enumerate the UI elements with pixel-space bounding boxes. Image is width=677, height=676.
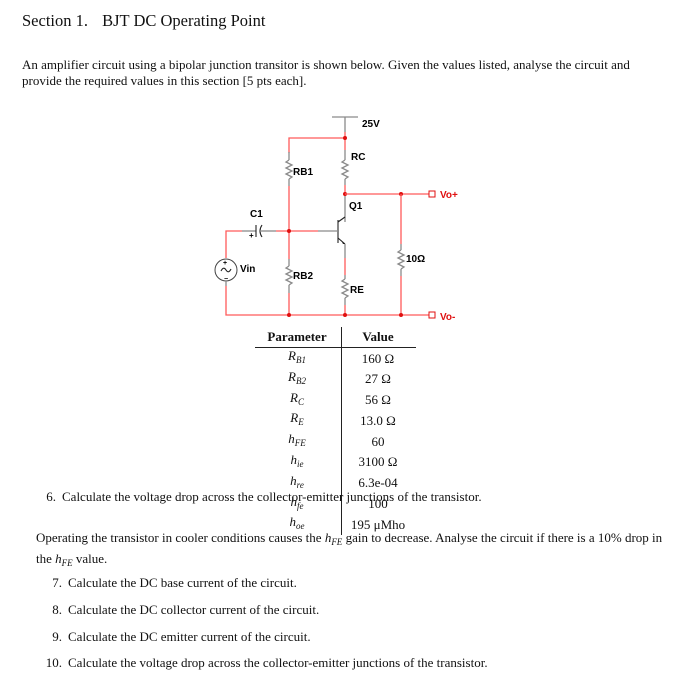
rb2-label: RB2	[293, 271, 313, 282]
question-number: 10.	[45, 655, 62, 670]
value-cell: 13.0 Ω	[360, 412, 396, 428]
table-row: RC 56 Ω	[255, 389, 416, 411]
intro-paragraph: An amplifier circuit using a bipolar jun…	[22, 57, 630, 88]
parameter-symbol: R	[288, 368, 296, 384]
question-number: 8.	[52, 602, 62, 617]
column-header-value: Value	[341, 327, 416, 348]
value-cell: 160 Ω	[361, 350, 395, 366]
column-header-parameter: Parameter	[255, 327, 342, 348]
rb1-resistor-symbol	[284, 159, 294, 180]
question-10: 10. Calculate the voltage drop across the…	[42, 655, 488, 671]
node-dot	[399, 313, 403, 317]
parameter-subscript: ie	[297, 458, 304, 469]
hfe-subscript: FE	[61, 557, 73, 568]
parameter-cell: hie	[255, 451, 342, 473]
parameter-symbol: R	[288, 348, 296, 363]
parameter-subscript: B1	[295, 355, 306, 365]
vin-label: Vin	[240, 264, 255, 275]
node-dot	[287, 313, 291, 317]
rb1-label: RB1	[293, 167, 313, 178]
q1-label: Q1	[349, 201, 363, 212]
parameter-cell: RB2	[255, 368, 342, 390]
table-row: RB1 160 Ω	[255, 347, 416, 369]
parameter-subscript: FE	[294, 438, 306, 449]
table-row: RB2 27 Ω	[255, 368, 416, 390]
question-text: Calculate the DC emitter current of the …	[68, 629, 311, 644]
q1-emitter-arrow-icon	[341, 240, 345, 244]
top-rail-wire	[288, 137, 345, 153]
rc-label: RC	[351, 152, 365, 163]
cooler-conditions-paragraph: Operating the transistor in cooler condi…	[36, 530, 666, 571]
table-row: hie 3100 Ω	[255, 451, 416, 473]
question-6: 6. Calculate the voltage drop across the …	[36, 489, 482, 505]
value-cell: 3100 Ω	[358, 454, 398, 470]
question-number: 7.	[52, 575, 62, 590]
question-text: Calculate the DC base current of the cir…	[68, 575, 297, 590]
value-cell: 27 Ω	[365, 371, 391, 387]
supply-voltage-label: 25V	[362, 119, 380, 130]
parameter-symbol: R	[290, 389, 298, 405]
source-plus-sign: +	[223, 260, 227, 267]
vo-minus-label: Vo-	[440, 312, 455, 323]
parameter-cell: RE	[255, 410, 342, 432]
load-resistor-symbol	[396, 249, 406, 270]
parameter-subscript: C	[297, 396, 304, 407]
c1-polarity-plus: +	[249, 231, 254, 240]
re-label: RE	[350, 285, 364, 296]
question-text: Calculate the voltage drop across the co…	[62, 489, 482, 504]
value-cell: 60	[371, 433, 385, 449]
parameter-cell: RC	[255, 389, 342, 411]
section-number: Section 1.	[22, 11, 88, 30]
node-dot	[343, 313, 347, 317]
re-resistor-symbol	[340, 278, 350, 299]
paragraph-text: Operating the transistor in cooler condi…	[36, 530, 325, 545]
node-dot	[287, 229, 291, 233]
section-title: BJT DC Operating Point	[102, 11, 266, 30]
parameter-cell: hFE	[255, 431, 342, 452]
question-8: 8. Calculate the DC collector current of …	[42, 602, 319, 618]
question-7: 7. Calculate the DC base current of the c…	[42, 575, 297, 591]
question-text: Calculate the voltage drop across the co…	[68, 655, 488, 670]
parameter-subscript: E	[298, 417, 304, 428]
parameter-cell: RB1	[255, 347, 342, 369]
vin-top-wire	[225, 230, 242, 258]
load-label: 10Ω	[406, 254, 425, 265]
node-dot	[343, 136, 347, 140]
table-header-row: Parameter Value	[255, 327, 416, 348]
parameter-subscript: B2	[295, 375, 306, 386]
vo-minus-terminal	[428, 311, 436, 319]
question-number: 6.	[46, 489, 56, 504]
vo-plus-label: Vo+	[440, 190, 458, 201]
question-text: Calculate the DC collector current of th…	[68, 602, 320, 617]
table-row: RE 13.0 Ω	[255, 410, 416, 432]
hfe-subscript: FE	[331, 537, 343, 547]
c1-label: C1	[250, 209, 263, 220]
rc-resistor-symbol	[340, 159, 350, 180]
section-heading: Section 1. BJT DC Operating Point	[22, 11, 265, 31]
value-cell: 56 Ω	[365, 392, 391, 408]
ground-rail-wire	[225, 286, 429, 316]
question-number: 9.	[52, 629, 62, 644]
bjt-amplifier-circuit-diagram: 25V RB1 RC Vo+ Q1 C1 + + − Vin RB2 RE 10…	[214, 116, 458, 323]
question-9: 9. Calculate the DC emitter current of th…	[42, 629, 311, 645]
rb2-resistor-symbol	[284, 265, 294, 286]
paragraph-text: value.	[72, 550, 108, 566]
q1-collector-leg	[337, 216, 346, 223]
table-row: hFE 60	[255, 431, 416, 452]
vo-plus-terminal	[428, 190, 436, 198]
